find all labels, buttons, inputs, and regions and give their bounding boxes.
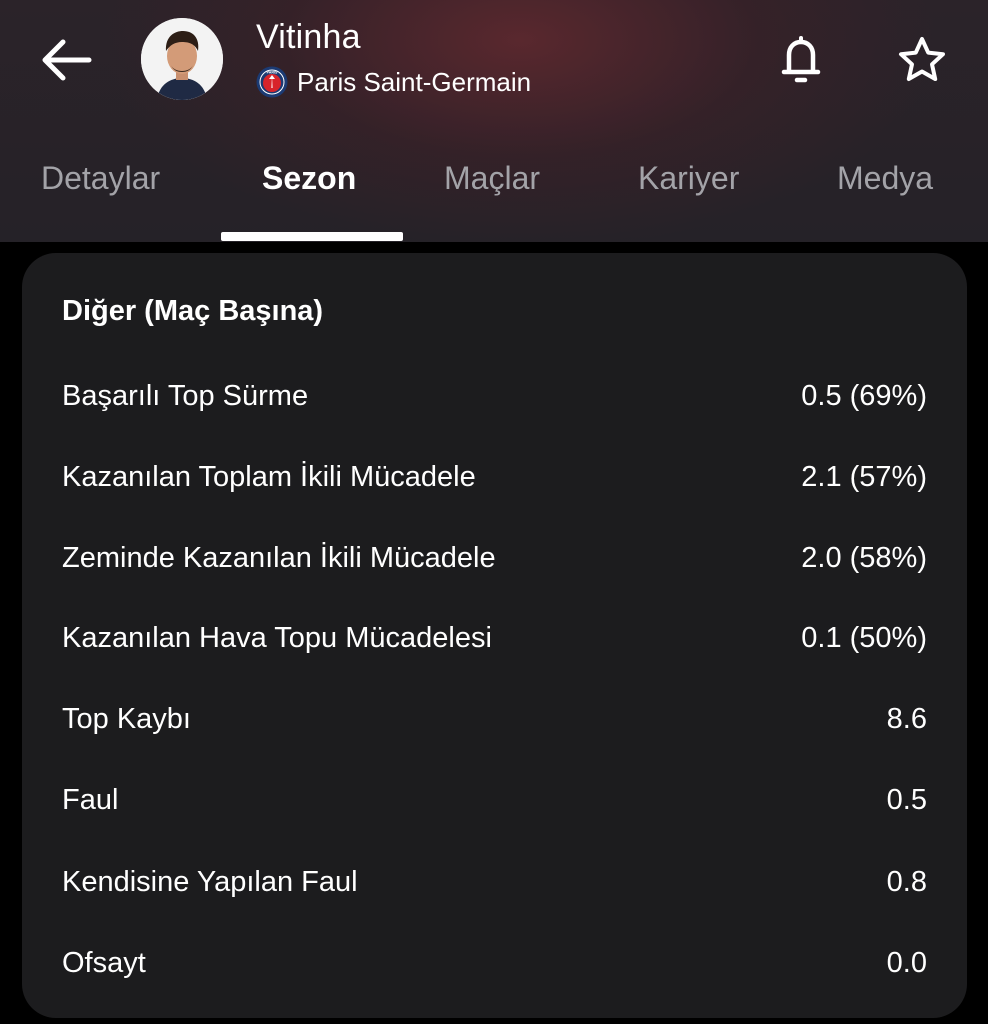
stat-row: Kazanılan Toplam İkili Mücadele 2.1 (57%… [62, 452, 927, 502]
stat-row: Kazanılan Hava Topu Mücadelesi 0.1 (50%) [62, 613, 927, 663]
stat-row: Faul 0.5 [62, 775, 927, 825]
stat-label: Kendisine Yapılan Faul [62, 865, 358, 898]
player-avatar [141, 18, 223, 100]
tab-details[interactable]: Detaylar [41, 160, 160, 197]
stat-value: 0.5 (69%) [801, 379, 927, 412]
stat-value: 0.1 (50%) [801, 621, 927, 654]
player-header: Vitinha PARIS Paris Saint-Germain Detayl… [0, 0, 988, 242]
stat-row: Ofsayt 0.0 [62, 938, 927, 988]
tab-season[interactable]: Sezon [262, 160, 356, 197]
tab-career[interactable]: Kariyer [638, 160, 739, 197]
stat-row: Başarılı Top Sürme 0.5 (69%) [62, 371, 927, 421]
star-outline-icon [899, 37, 945, 81]
stat-label: Başarılı Top Sürme [62, 379, 309, 412]
stat-label: Ofsayt [62, 946, 146, 979]
club-link[interactable]: PARIS Paris Saint-Germain [256, 66, 531, 98]
favorite-button[interactable] [892, 30, 952, 90]
card-title: Diğer (Maç Başına) [62, 295, 324, 327]
stat-label: Top Kaybı [62, 702, 191, 735]
player-name: Vitinha [256, 18, 361, 56]
stat-value: 8.6 [886, 702, 927, 735]
active-tab-indicator [221, 232, 403, 241]
bell-icon [781, 36, 821, 83]
notifications-button[interactable] [774, 30, 828, 90]
stat-row: Zeminde Kazanılan İkili Mücadele 2.0 (58… [62, 533, 927, 583]
back-button[interactable] [36, 34, 96, 86]
stat-value: 0.5 [886, 783, 927, 816]
stats-card: Diğer (Maç Başına) Başarılı Top Sürme 0.… [22, 253, 967, 1018]
stat-label: Zeminde Kazanılan İkili Mücadele [62, 541, 496, 574]
stat-label: Faul [62, 783, 119, 816]
stat-row: Top Kaybı 8.6 [62, 694, 927, 744]
stat-value: 2.1 (57%) [801, 460, 927, 493]
club-name: Paris Saint-Germain [297, 66, 532, 97]
stat-value: 0.0 [886, 946, 927, 979]
svg-text:PARIS: PARIS [267, 71, 278, 75]
stat-value: 0.8 [886, 865, 927, 898]
stat-label: Kazanılan Toplam İkili Mücadele [62, 460, 476, 493]
psg-logo: PARIS [256, 66, 288, 98]
stat-label: Kazanılan Hava Topu Mücadelesi [62, 621, 492, 654]
arrow-left-icon [42, 39, 92, 81]
stat-row: Kendisine Yapılan Faul 0.8 [62, 857, 927, 907]
tab-matches[interactable]: Maçlar [444, 160, 540, 197]
stat-value: 2.0 (58%) [801, 541, 927, 574]
tab-media[interactable]: Medya [837, 160, 933, 197]
